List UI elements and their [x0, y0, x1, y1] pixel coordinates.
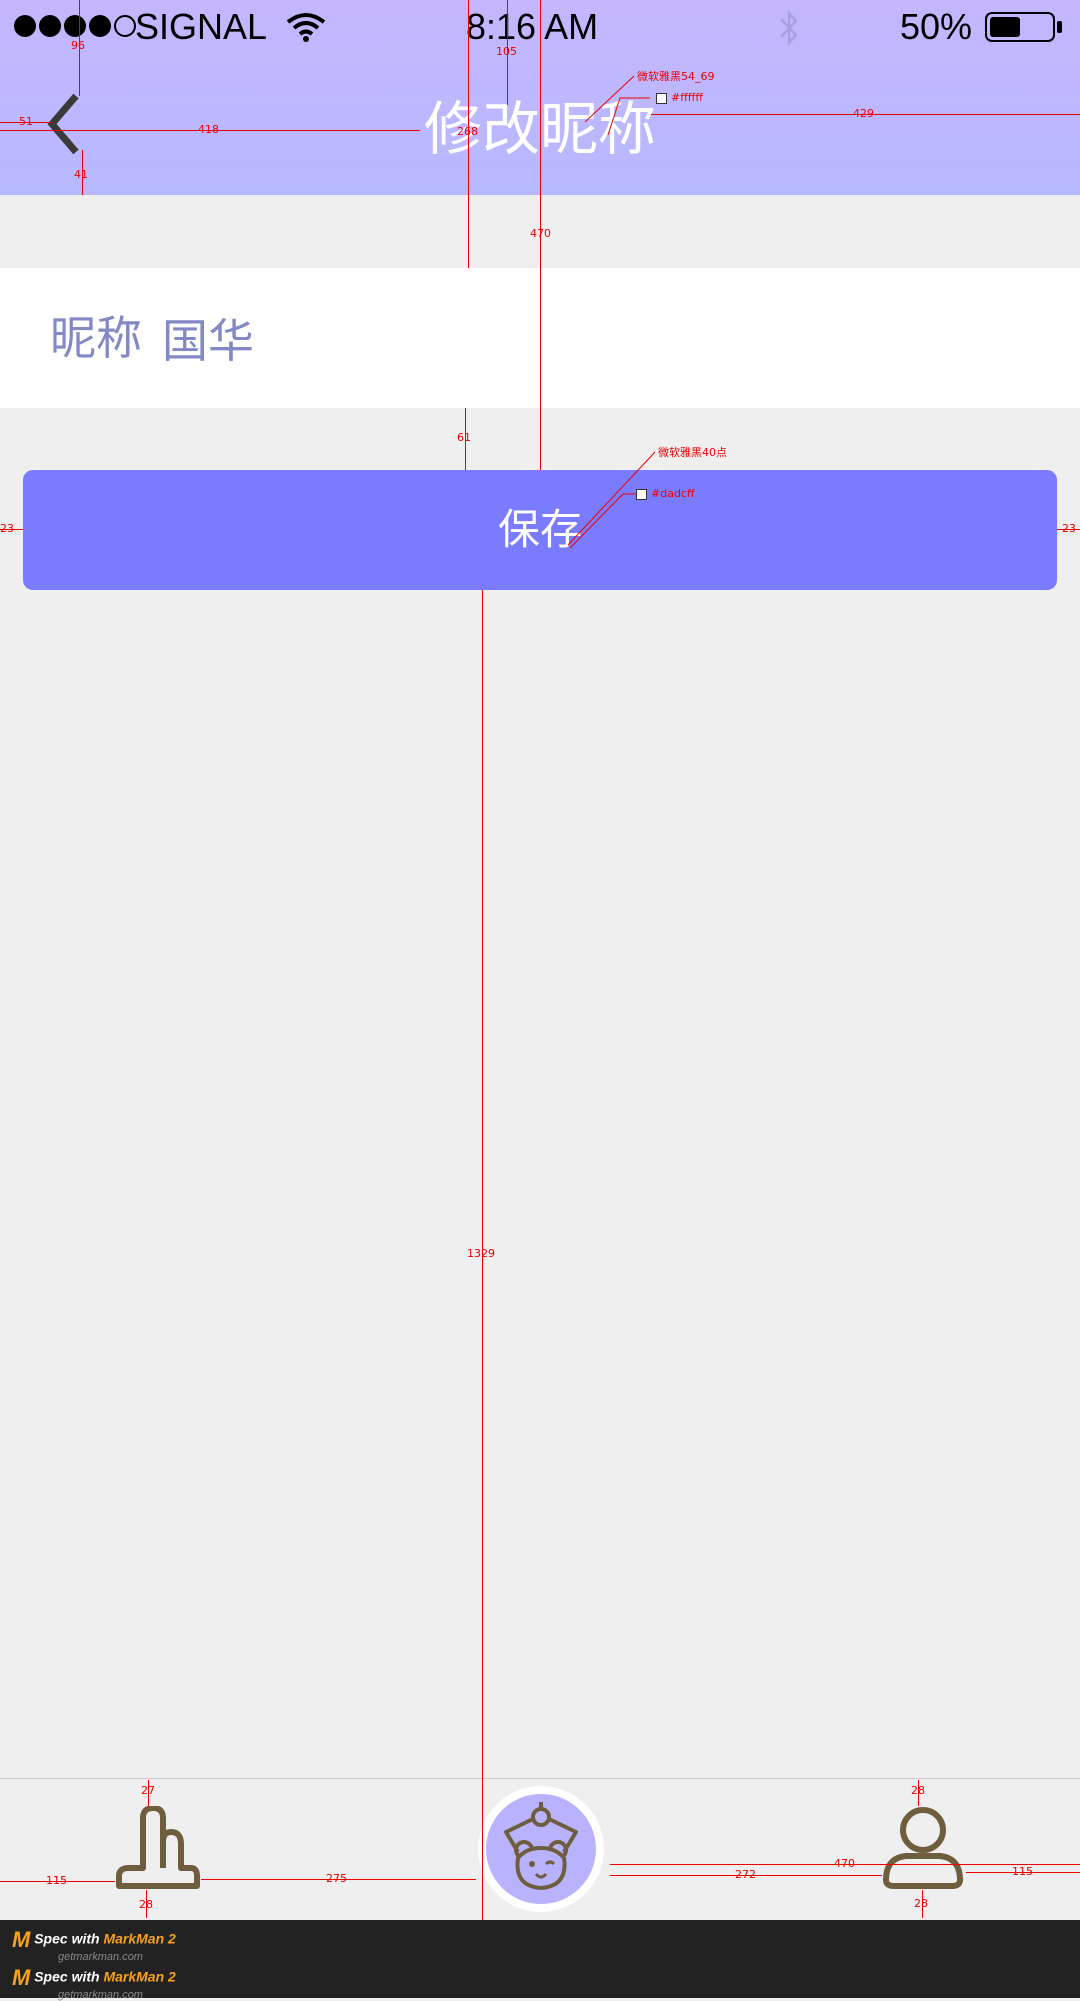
dim-label: 418 — [198, 123, 219, 136]
dim-label: 1329 — [467, 1247, 495, 1260]
dim-label: 28 — [139, 1898, 153, 1911]
markman-logo-icon: M — [12, 1965, 31, 1990]
dim-label: 23 — [0, 522, 14, 535]
center-tab[interactable] — [478, 1786, 604, 1912]
dim-label: 470 — [530, 227, 551, 240]
markman-promo: M Spec with MarkMan 2 getmarkman.com — [12, 1965, 176, 2001]
hand-icon[interactable] — [115, 1806, 201, 1890]
color-swatch — [636, 488, 647, 500]
dim-label: 61 — [457, 431, 471, 444]
dim-label: 272 — [735, 1868, 756, 1881]
dim-label: 41 — [74, 168, 88, 181]
dim-label: 105 — [496, 45, 517, 58]
dim-label: 23 — [1062, 522, 1076, 535]
bear-mascot-icon — [504, 1802, 578, 1891]
person-icon[interactable] — [880, 1806, 966, 1890]
color-annotation: #dadcff — [636, 487, 695, 500]
markman-logo-icon: M — [12, 1927, 31, 1952]
annotation-leaders — [567, 75, 656, 549]
dim-label: 51 — [19, 115, 33, 128]
dim-label: 429 — [853, 107, 874, 120]
dim-label: 28 — [914, 1897, 928, 1910]
color-swatch — [656, 92, 667, 104]
footer: M Spec with MarkMan 2 getmarkman.com M S… — [0, 1920, 1080, 2001]
dim-label: 470 — [834, 1857, 855, 1870]
color-annotation: #ffffff — [656, 91, 703, 104]
dim-label: 28 — [911, 1784, 925, 1797]
dim-label: 96 — [71, 39, 85, 52]
dim-label: 275 — [326, 1872, 347, 1885]
font-annotation: 微软雅黑54_69 — [637, 70, 715, 83]
dim-label: 115 — [1012, 1865, 1033, 1878]
dim-label: 115 — [46, 1874, 67, 1887]
markman-promo: M Spec with MarkMan 2 getmarkman.com — [12, 1927, 176, 1963]
font-annotation: 微软雅黑40点 — [658, 446, 727, 459]
dim-label: 268 — [457, 125, 478, 138]
dim-label: 27 — [141, 1784, 155, 1797]
